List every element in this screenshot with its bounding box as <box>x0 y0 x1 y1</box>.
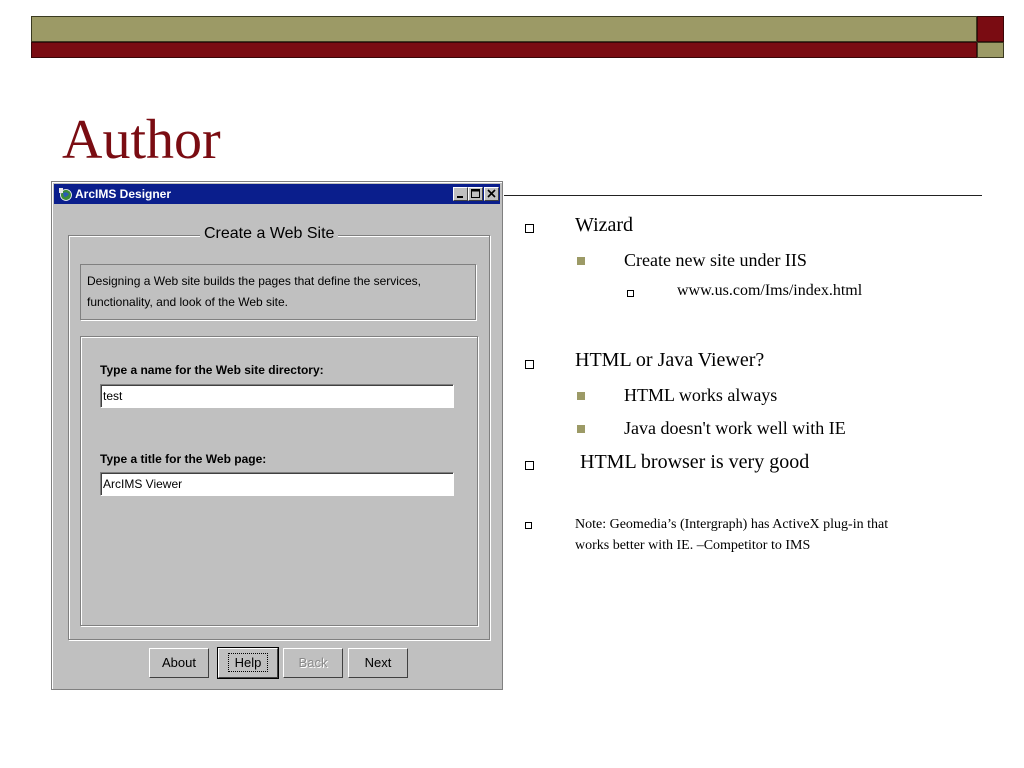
title-divider <box>504 195 982 196</box>
bullet-java-ie: Java doesn't work well with IE <box>624 418 846 438</box>
page-title-label: Type a title for the Web page: <box>100 452 267 466</box>
bullet-url: www.us.com/Ims/index.html <box>677 282 863 299</box>
close-button[interactable] <box>484 187 499 201</box>
help-label: Help <box>227 653 269 672</box>
bullet-html-browser: HTML browser is very good <box>575 451 810 473</box>
directory-label: Type a name for the Web site directory: <box>100 363 324 377</box>
group-caption: Create a Web Site <box>200 225 339 243</box>
help-button[interactable]: Help <box>217 647 279 679</box>
arcims-app-icon <box>59 188 72 201</box>
arcims-designer-window: ArcIMS Designer Create a Web Site Design… <box>51 181 503 690</box>
directory-input[interactable]: test <box>100 384 454 408</box>
bullet-filled-square-icon <box>577 257 585 265</box>
header-corner-maroon <box>977 16 1004 42</box>
window-titlebar[interactable]: ArcIMS Designer <box>54 184 500 204</box>
description-text: Designing a Web site builds the pages th… <box>80 264 476 320</box>
bullet-filled-square-icon <box>577 425 585 433</box>
maximize-button[interactable] <box>468 187 483 201</box>
bullet-hollow-square-icon <box>525 461 534 470</box>
minimize-button[interactable] <box>453 187 468 201</box>
back-label: Back <box>298 655 328 670</box>
about-label: About <box>162 655 196 670</box>
page-title-input[interactable]: ArcIMS Viewer <box>100 472 454 496</box>
bullet-filled-square-icon <box>577 392 585 400</box>
bullet-hollow-square-icon <box>525 360 534 369</box>
about-button[interactable]: About <box>149 648 209 678</box>
maximize-icon <box>471 189 480 198</box>
bullet-hollow-square-icon <box>627 290 634 297</box>
bullet-create-site: Create new site under IIS <box>624 250 807 270</box>
back-button[interactable]: Back <box>283 648 343 678</box>
bullet-hollow-square-icon <box>525 224 534 233</box>
bullet-note-line1: Note: Geomedia’s (Intergraph) has Active… <box>575 517 889 532</box>
window-title: ArcIMS Designer <box>75 187 172 201</box>
slide-title: Author <box>62 109 221 171</box>
next-label: Next <box>364 655 392 670</box>
next-button[interactable]: Next <box>348 648 408 678</box>
bullet-hollow-square-icon <box>525 522 532 529</box>
header-bar-maroon <box>31 42 977 58</box>
bullet-html-works: HTML works always <box>624 385 778 405</box>
bullet-wizard: Wizard <box>575 214 634 236</box>
close-icon <box>487 189 496 198</box>
minimize-icon <box>457 196 463 198</box>
header-corner-olive <box>977 42 1004 58</box>
bullet-note-line2: works better with IE. –Competitor to IMS <box>575 538 811 553</box>
bullet-html-or-java: HTML or Java Viewer? <box>575 349 765 371</box>
header-bar-olive <box>31 16 977 42</box>
